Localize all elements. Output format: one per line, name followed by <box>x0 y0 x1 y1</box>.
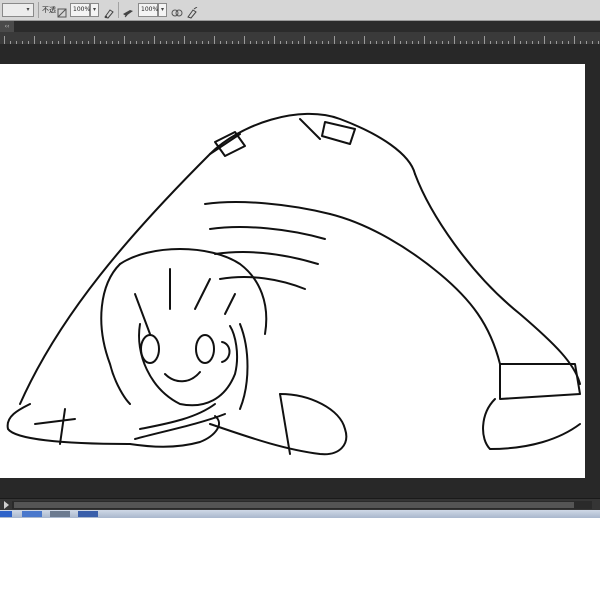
ruler-tick <box>124 36 125 44</box>
ruler-tick <box>454 36 455 44</box>
ruler-tick <box>34 36 35 44</box>
ruler-tick <box>424 36 425 44</box>
options-bar: ▾ 不透 100% ▾ 100% ▾ <box>0 0 600 21</box>
airbrush-icon[interactable] <box>122 4 134 18</box>
pressure-size-icon[interactable] <box>186 4 198 19</box>
ruler-tick <box>4 36 5 44</box>
ruler-tick <box>484 36 485 44</box>
ruler-tick <box>304 36 305 44</box>
ruler-tick <box>64 36 65 44</box>
horizontal-scrollbar[interactable] <box>12 501 592 509</box>
pressure-flow-icon[interactable] <box>171 4 183 17</box>
ruler-tick <box>154 36 155 44</box>
flow-slider-toggle[interactable]: ▾ <box>158 3 167 17</box>
chevron-down-icon: ▾ <box>26 6 30 13</box>
ruler-tick <box>394 36 395 44</box>
taskbar-app-button[interactable] <box>22 511 42 517</box>
opacity-label: 不透 <box>42 6 56 14</box>
opacity-icon <box>56 4 68 18</box>
status-menu-arrow-icon[interactable] <box>4 501 9 509</box>
flow-field[interactable]: 100% <box>138 3 158 17</box>
ruler-tick <box>544 36 545 44</box>
ruler-tick <box>334 36 335 44</box>
os-taskbar <box>0 510 600 518</box>
ruler-tick <box>274 36 275 44</box>
scrollbar-thumb[interactable] <box>14 502 574 508</box>
brush-preset-picker[interactable]: ▾ <box>2 3 34 17</box>
opacity-slider-toggle[interactable]: ▾ <box>90 3 99 17</box>
pressure-opacity-icon[interactable] <box>103 4 115 19</box>
start-button[interactable] <box>0 511 12 517</box>
drawing-canvas[interactable] <box>0 64 585 478</box>
tab-collapse-toggle[interactable]: ‹‹ <box>0 21 14 32</box>
ruler-tick <box>94 36 95 44</box>
ruler-tick <box>574 36 575 44</box>
document-tab-strip: ‹‹ <box>0 21 600 32</box>
workspace <box>0 44 600 498</box>
ruler-tick <box>364 36 365 44</box>
ruler-tick <box>514 36 515 44</box>
opacity-field[interactable]: 100% <box>70 3 90 17</box>
line-art-drawing <box>6 112 581 456</box>
ruler-tick <box>244 36 245 44</box>
ruler-tick <box>184 36 185 44</box>
taskbar-app-button[interactable] <box>50 511 70 517</box>
ruler-tick <box>214 36 215 44</box>
taskbar-app-button[interactable] <box>78 511 98 517</box>
